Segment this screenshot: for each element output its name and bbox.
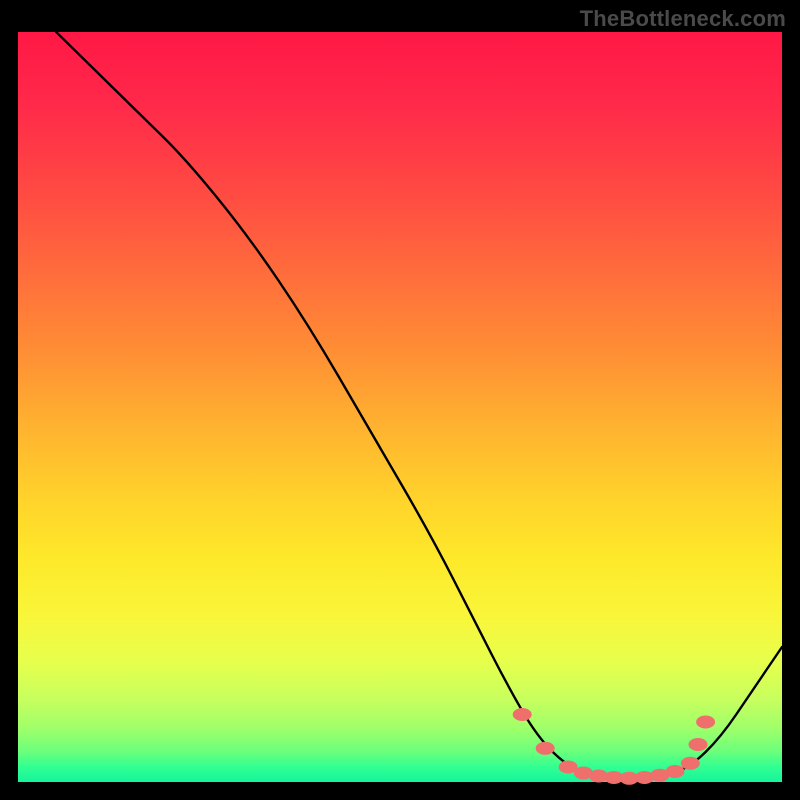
curve-line xyxy=(56,32,782,779)
highlight-dot xyxy=(681,757,699,769)
highlight-dot xyxy=(513,709,531,721)
highlight-dots-group xyxy=(513,709,714,785)
highlight-dot xyxy=(666,766,684,778)
plot-container xyxy=(18,32,782,782)
bottleneck-curve xyxy=(18,32,782,782)
highlight-dot xyxy=(536,742,554,754)
chart-frame: TheBottleneck.com xyxy=(0,0,800,800)
highlight-dot xyxy=(697,716,715,728)
watermark-text: TheBottleneck.com xyxy=(580,6,786,32)
highlight-dot xyxy=(689,739,707,751)
